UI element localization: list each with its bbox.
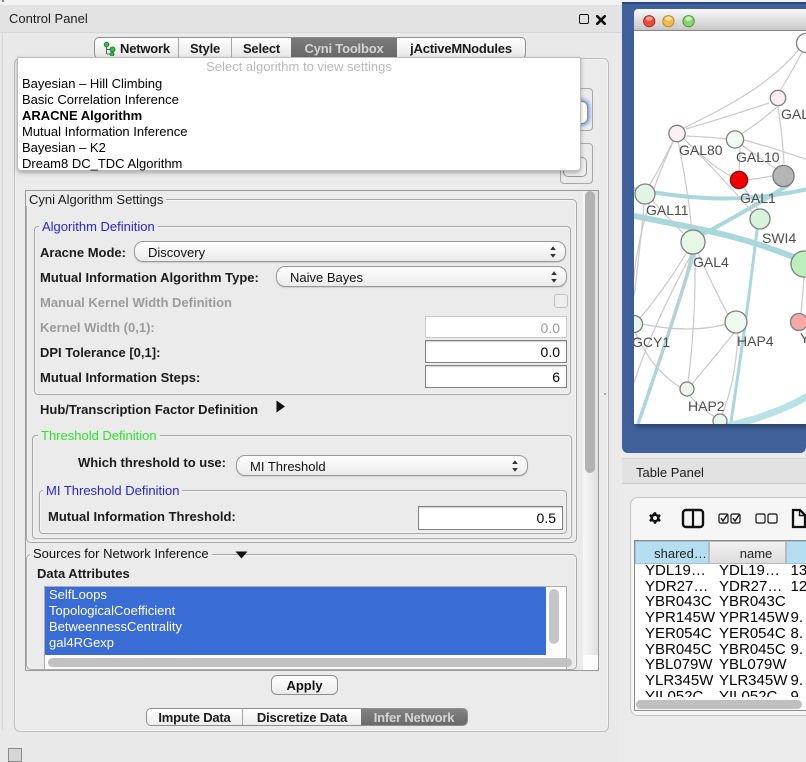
svg-text:GCY1: GCY1	[634, 334, 670, 350]
svg-text:GAL1: GAL1	[740, 190, 776, 206]
svg-text:GAL4: GAL4	[693, 254, 729, 270]
svg-text:GAL10: GAL10	[736, 149, 780, 165]
svg-text:HAP4: HAP4	[737, 333, 774, 349]
svg-text:HAP2: HAP2	[688, 398, 725, 414]
svg-text:GAL7: GAL7	[781, 106, 806, 122]
svg-text:GAL11: GAL11	[646, 202, 689, 218]
svg-text:SWI4: SWI4	[762, 230, 796, 246]
svg-text:YJ: YJ	[800, 330, 806, 346]
svg-text:GAL80: GAL80	[679, 142, 723, 158]
